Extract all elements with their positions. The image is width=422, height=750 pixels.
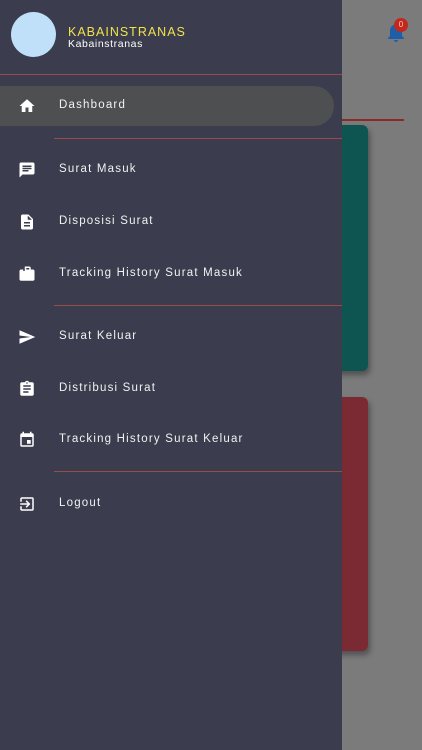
menu-item-label: Logout bbox=[59, 497, 102, 509]
work-icon bbox=[19, 266, 35, 281]
drawer-header: KABAINSTRANAS Kabainstranas bbox=[0, 0, 342, 74]
menu-item-label: Distribusi Surat bbox=[59, 382, 157, 394]
document-icon bbox=[21, 214, 33, 230]
clipboard-icon bbox=[20, 380, 34, 396]
user-name: KABAINSTRANAS bbox=[68, 25, 186, 39]
menu-item-label: Surat Keluar bbox=[59, 330, 138, 342]
section-divider bbox=[54, 305, 342, 306]
menu-item-dashboard[interactable]: Dashboard bbox=[0, 86, 334, 126]
menu-item-disposisi-surat[interactable]: Disposisi Surat bbox=[0, 202, 334, 242]
menu-item-logout[interactable]: Logout bbox=[0, 484, 334, 524]
notification-badge: 0 bbox=[394, 18, 408, 32]
logout-icon bbox=[20, 497, 34, 511]
menu-item-surat-keluar[interactable]: Surat Keluar bbox=[0, 317, 334, 357]
send-icon bbox=[19, 330, 36, 344]
section-divider bbox=[54, 471, 342, 472]
calendar-icon bbox=[20, 431, 34, 447]
background-divider bbox=[342, 119, 404, 121]
menu-item-label: Dashboard bbox=[59, 99, 127, 111]
menu-item-label: Surat Masuk bbox=[59, 163, 137, 175]
menu-item-label: Disposisi Surat bbox=[59, 215, 154, 227]
user-subtitle: Kabainstranas bbox=[68, 38, 143, 50]
menu-item-surat-masuk[interactable]: Surat Masuk bbox=[0, 150, 334, 190]
avatar bbox=[11, 12, 56, 57]
menu-item-tracking-surat-masuk[interactable]: Tracking History Surat Masuk bbox=[0, 254, 334, 294]
section-divider bbox=[54, 138, 342, 139]
navigation-drawer: KABAINSTRANAS Kabainstranas Dashboard Su… bbox=[0, 0, 342, 750]
header-divider bbox=[0, 74, 342, 75]
menu-item-tracking-surat-keluar[interactable]: Tracking History Surat Keluar bbox=[0, 420, 334, 460]
home-icon bbox=[19, 99, 35, 112]
menu-item-distribusi-surat[interactable]: Distribusi Surat bbox=[0, 369, 334, 409]
menu-item-label: Tracking History Surat Masuk bbox=[59, 267, 243, 279]
message-icon bbox=[19, 162, 35, 178]
menu-item-label: Tracking History Surat Keluar bbox=[59, 433, 244, 445]
